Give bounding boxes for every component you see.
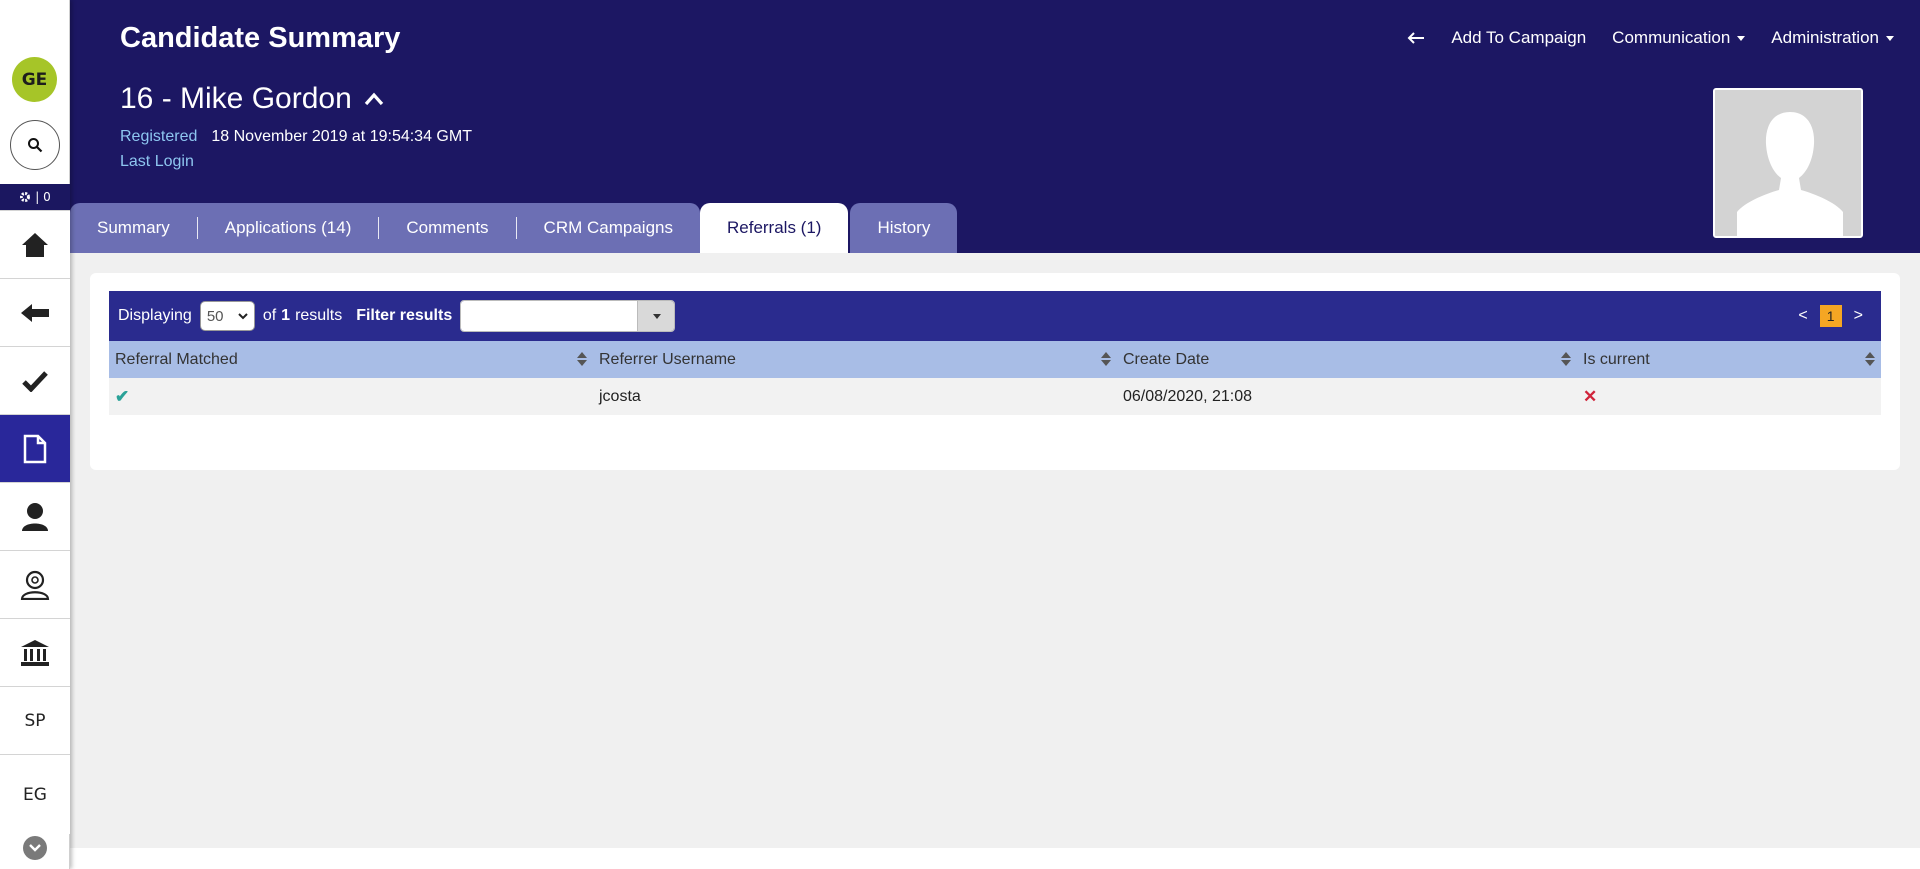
chevron-down-icon: [238, 312, 248, 319]
check-icon: ✔: [115, 386, 130, 406]
add-to-campaign-button[interactable]: Add To Campaign: [1451, 28, 1586, 48]
filter-dropdown-button[interactable]: [637, 301, 675, 331]
tab-referrals[interactable]: Referrals (1): [699, 203, 849, 253]
candidate-header: Candidate Summary 16 - Mike Gordon Regis…: [70, 0, 1920, 253]
profile-silhouette-icon: [1715, 90, 1861, 236]
chevron-up-icon[interactable]: [364, 92, 384, 106]
nav-tasks[interactable]: [0, 346, 70, 414]
caret-down-icon: [1886, 35, 1894, 41]
results-label: results: [295, 307, 343, 324]
person-search-icon: [20, 570, 50, 600]
back-arrow-icon: [21, 303, 49, 322]
gear-icon: [20, 192, 31, 202]
column-is-current[interactable]: Is current: [1577, 341, 1881, 378]
user-avatar[interactable]: GE: [12, 57, 57, 102]
filter-label: Filter results: [356, 307, 453, 324]
candidate-photo[interactable]: [1713, 88, 1863, 238]
pagination: < 1 >: [1798, 291, 1863, 341]
communication-label: Communication: [1612, 28, 1731, 47]
column-label: Create Date: [1123, 350, 1210, 368]
tab-comments[interactable]: Comments: [379, 203, 515, 253]
tab-history[interactable]: History: [850, 203, 958, 253]
cell-referral-matched: ✔: [109, 378, 593, 415]
tab-bar: Summary Applications (14) Comments CRM C…: [70, 203, 958, 253]
registered-value: 18 November 2019 at 19:54:34 GMT: [211, 128, 472, 145]
nav-candidate-search[interactable]: [0, 550, 70, 618]
column-label: Referral Matched: [115, 350, 238, 368]
settings-count: | 0: [35, 190, 51, 204]
cell-create-date: 06/08/2020, 21:08: [1117, 378, 1577, 415]
tab-applications[interactable]: Applications (14): [198, 203, 379, 253]
pager-prev[interactable]: <: [1798, 307, 1807, 325]
page-title: Candidate Summary: [120, 22, 401, 54]
administration-label: Administration: [1771, 28, 1879, 47]
filter-control: [460, 300, 676, 332]
of-label: of: [262, 307, 277, 324]
nav-documents[interactable]: [0, 414, 70, 482]
pager-next[interactable]: >: [1854, 307, 1863, 325]
sort-icon[interactable]: [1865, 352, 1875, 366]
results-toolbar: Displaying 50 of 1 results Filter result…: [109, 291, 1881, 341]
search-button[interactable]: [10, 120, 60, 170]
referrals-panel: Displaying 50 of 1 results Filter result…: [90, 273, 1900, 470]
filter-input[interactable]: [461, 301, 638, 331]
page-size-select[interactable]: 50: [199, 301, 255, 331]
result-count: 1: [281, 307, 291, 324]
candidate-name-text: 16 - Mike Gordon: [120, 82, 352, 115]
cell-is-current: ✕: [1577, 378, 1881, 415]
table-header-row: Referral Matched Referrer Username Creat…: [109, 341, 1881, 378]
bank-icon: [21, 639, 49, 666]
nav-candidates[interactable]: [0, 482, 70, 550]
tab-crm-campaigns[interactable]: CRM Campaigns: [517, 203, 700, 253]
nav-home[interactable]: [0, 210, 70, 278]
page-size-value: 50: [206, 307, 224, 325]
sort-icon[interactable]: [577, 352, 587, 366]
column-label: Referrer Username: [599, 350, 736, 368]
caret-down-icon: [1737, 35, 1746, 41]
nav-back[interactable]: [0, 278, 70, 346]
search-icon: [28, 138, 43, 153]
tab-summary[interactable]: Summary: [70, 203, 197, 253]
person-icon: [22, 502, 48, 531]
registered-row: Registered 18 November 2019 at 19:54:34 …: [120, 128, 472, 146]
nav-eg-label: EG: [23, 784, 47, 805]
column-referrer-username[interactable]: Referrer Username: [593, 341, 1117, 378]
candidate-name[interactable]: 16 - Mike Gordon: [120, 82, 384, 116]
chevron-down-icon: [29, 844, 41, 852]
sort-icon[interactable]: [1561, 352, 1571, 366]
check-icon: [22, 370, 48, 392]
sidebar: GE | 0 SP EG: [0, 0, 70, 869]
cell-referrer-username: jcosta: [593, 378, 1117, 415]
back-button[interactable]: [1407, 31, 1425, 45]
communication-dropdown[interactable]: Communication: [1612, 28, 1746, 48]
displaying-label: Displaying: [118, 307, 192, 324]
column-referral-matched[interactable]: Referral Matched: [109, 341, 593, 378]
column-create-date[interactable]: Create Date: [1117, 341, 1577, 378]
pager-page-current[interactable]: 1: [1819, 305, 1842, 327]
footer-strip: [70, 848, 1920, 869]
nav-eg[interactable]: EG: [0, 754, 70, 834]
sort-icon[interactable]: [1101, 352, 1111, 366]
tab-group: Summary Applications (14) Comments CRM C…: [70, 203, 700, 253]
administration-dropdown[interactable]: Administration: [1771, 28, 1894, 48]
sidebar-scroll-button[interactable]: [23, 836, 47, 860]
nav-sp[interactable]: SP: [0, 686, 70, 754]
caret-down-icon: [653, 313, 662, 319]
table-row[interactable]: ✔ jcosta 06/08/2020, 21:08 ✕: [109, 378, 1881, 415]
home-icon: [22, 232, 48, 257]
arrow-left-icon: [1407, 32, 1425, 44]
cross-icon: ✕: [1583, 386, 1598, 406]
referrals-table: Referral Matched Referrer Username Creat…: [109, 341, 1881, 415]
nav-organisations[interactable]: [0, 618, 70, 686]
column-label: Is current: [1583, 350, 1650, 368]
registered-label: Registered: [120, 128, 198, 145]
last-login-link[interactable]: Last Login: [120, 153, 194, 171]
document-icon: [23, 434, 47, 463]
settings-strip[interactable]: | 0: [0, 184, 70, 210]
header-actions: Add To Campaign Communication Administra…: [1407, 28, 1894, 48]
nav-sp-label: SP: [24, 710, 46, 731]
